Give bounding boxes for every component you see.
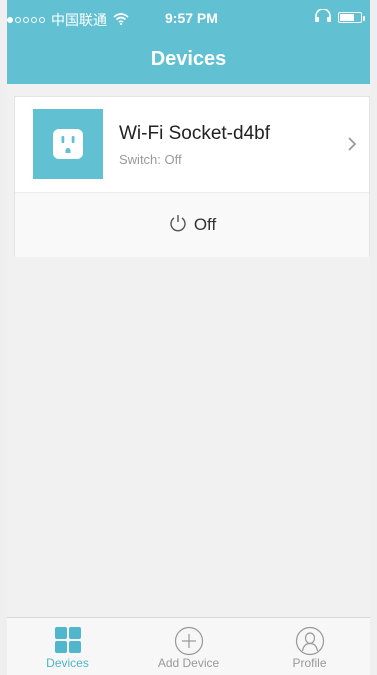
tab-bar: Devices Add Device Profile xyxy=(7,617,370,675)
device-card: Wi-Fi Socket-d4bf Switch: Off Off xyxy=(14,96,370,257)
device-status: Switch: Off xyxy=(119,152,182,167)
status-time: 9:57 PM xyxy=(165,10,218,26)
headphones-icon xyxy=(314,8,332,25)
device-row[interactable]: Wi-Fi Socket-d4bf Switch: Off xyxy=(15,97,369,191)
top-bar: 中国联通 9:57 PM Devices xyxy=(7,0,370,84)
status-right xyxy=(314,8,365,25)
tab-profile-label: Profile xyxy=(292,656,327,670)
page-title: Devices xyxy=(150,48,227,70)
tab-add-device[interactable]: Add Device xyxy=(128,618,249,675)
socket-icon xyxy=(53,129,83,159)
tab-profile[interactable]: Profile xyxy=(249,618,370,675)
app-screen: 中国联通 9:57 PM Devices Wi-Fi Socket-d4bf S… xyxy=(7,0,370,675)
power-toggle-button[interactable]: Off xyxy=(15,193,369,257)
power-icon xyxy=(168,213,188,238)
tab-devices[interactable]: Devices xyxy=(7,618,128,675)
status-left: 中国联通 xyxy=(7,10,129,30)
power-label: Off xyxy=(193,215,217,234)
device-name: Wi-Fi Socket-d4bf xyxy=(119,123,270,144)
chevron-right-icon xyxy=(345,135,359,153)
battery-icon xyxy=(338,11,365,23)
grid-icon xyxy=(54,626,82,659)
wifi-icon xyxy=(113,12,129,28)
tab-add-device-label: Add Device xyxy=(157,656,220,670)
tab-devices-label: Devices xyxy=(46,656,89,670)
signal-strength-icon xyxy=(7,17,45,23)
socket-thumbnail xyxy=(33,109,103,179)
status-bar: 中国联通 9:57 PM xyxy=(7,0,370,38)
carrier-name: 中国联通 xyxy=(51,12,107,28)
